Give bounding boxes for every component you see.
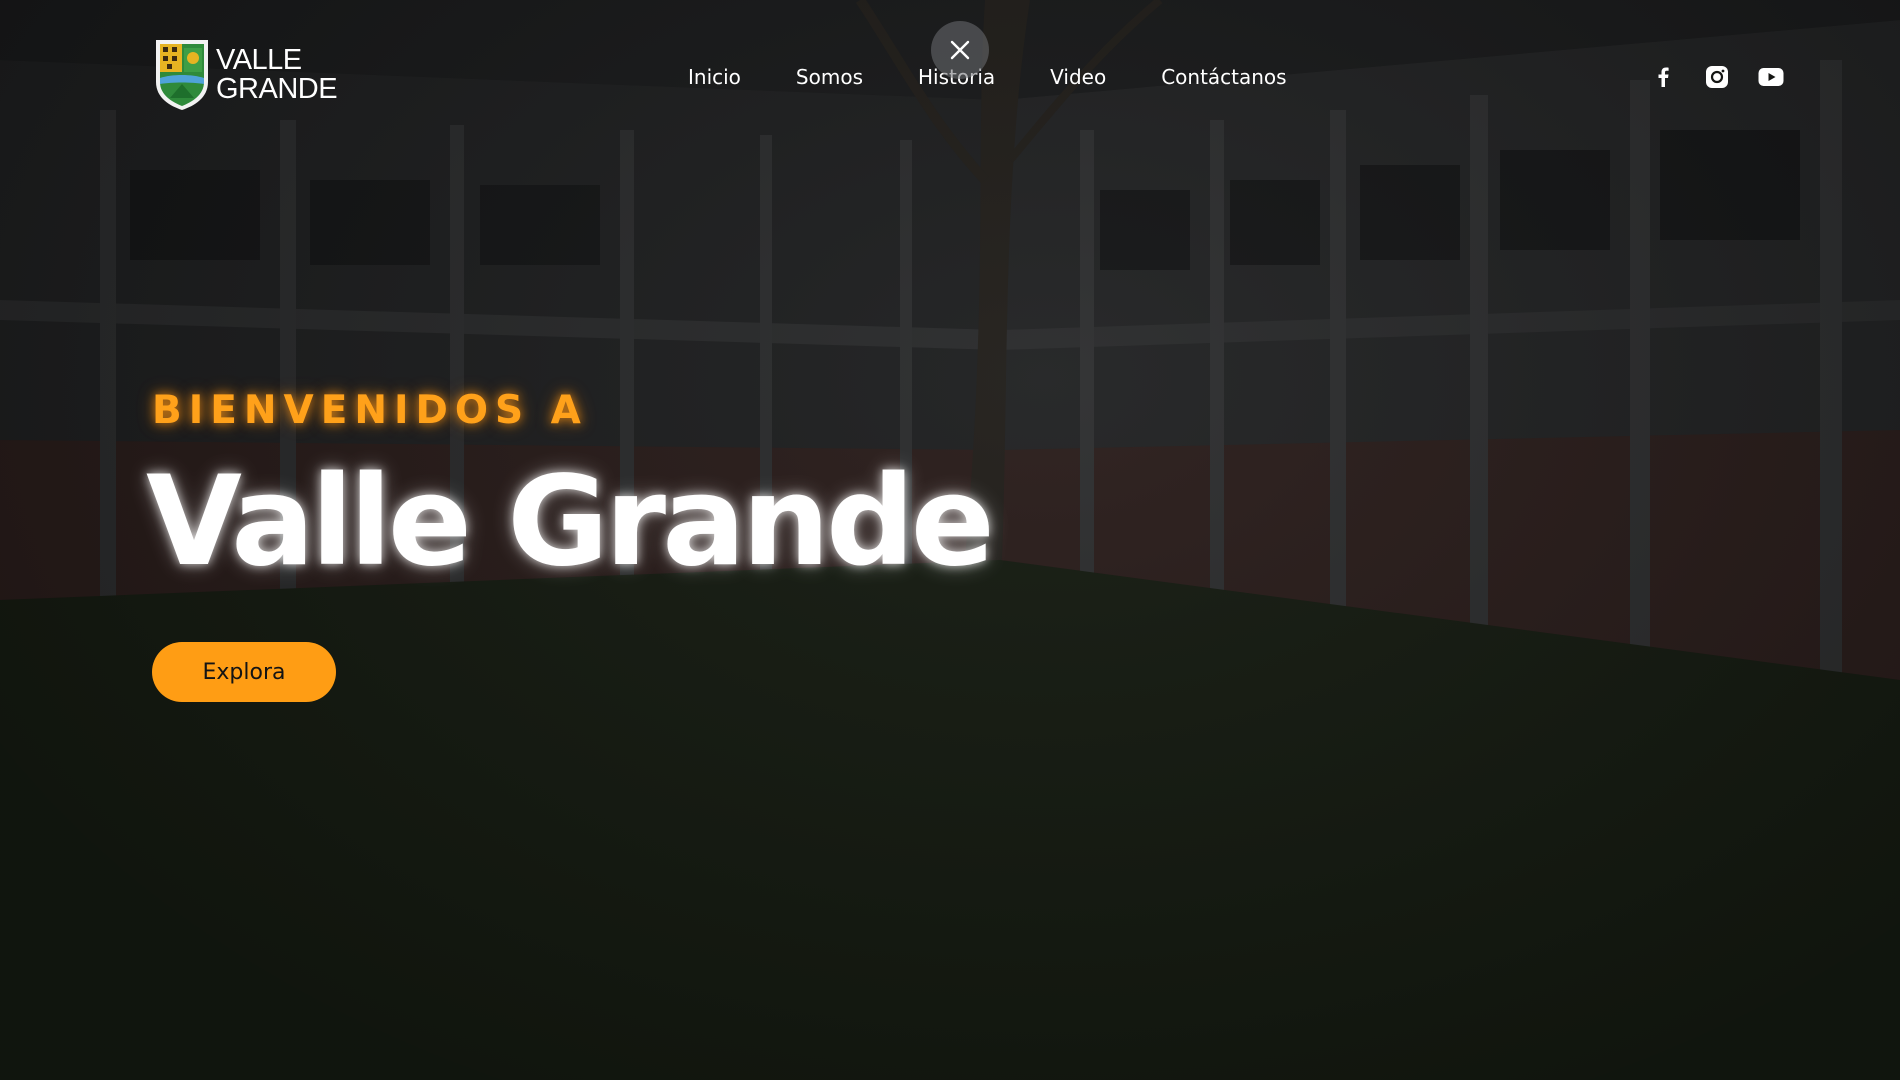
close-icon bbox=[950, 40, 970, 60]
close-button[interactable] bbox=[931, 21, 989, 79]
site-logo[interactable]: VALLE GRANDE bbox=[154, 38, 344, 112]
hero-eyebrow: BIENVENIDOS A bbox=[152, 388, 588, 433]
nav-item-contactanos[interactable]: Contáctanos bbox=[1161, 62, 1286, 92]
logo-wordmark: VALLE GRANDE bbox=[216, 44, 338, 105]
youtube-link[interactable] bbox=[1758, 64, 1784, 90]
page: VALLE GRANDE Inicio Somos Historia Video… bbox=[0, 0, 1900, 1080]
nav-item-video[interactable]: Video bbox=[1050, 62, 1106, 92]
explora-button[interactable]: Explora bbox=[152, 642, 336, 702]
facebook-link[interactable] bbox=[1650, 64, 1676, 90]
youtube-icon bbox=[1758, 68, 1784, 86]
facebook-icon bbox=[1658, 67, 1669, 87]
nav-item-inicio[interactable]: Inicio bbox=[688, 62, 741, 92]
logo-text-line1: VALLE bbox=[216, 44, 302, 76]
main-nav: Inicio Somos Historia Video Contáctanos bbox=[688, 62, 1342, 92]
logo-text-line2: GRANDE bbox=[216, 73, 338, 105]
social-links bbox=[1650, 64, 1784, 90]
logo-shield-icon bbox=[156, 40, 208, 110]
hero-title: Valle Grande bbox=[146, 450, 995, 594]
instagram-icon bbox=[1706, 66, 1728, 88]
nav-item-somos[interactable]: Somos bbox=[796, 62, 863, 92]
instagram-link[interactable] bbox=[1704, 64, 1730, 90]
